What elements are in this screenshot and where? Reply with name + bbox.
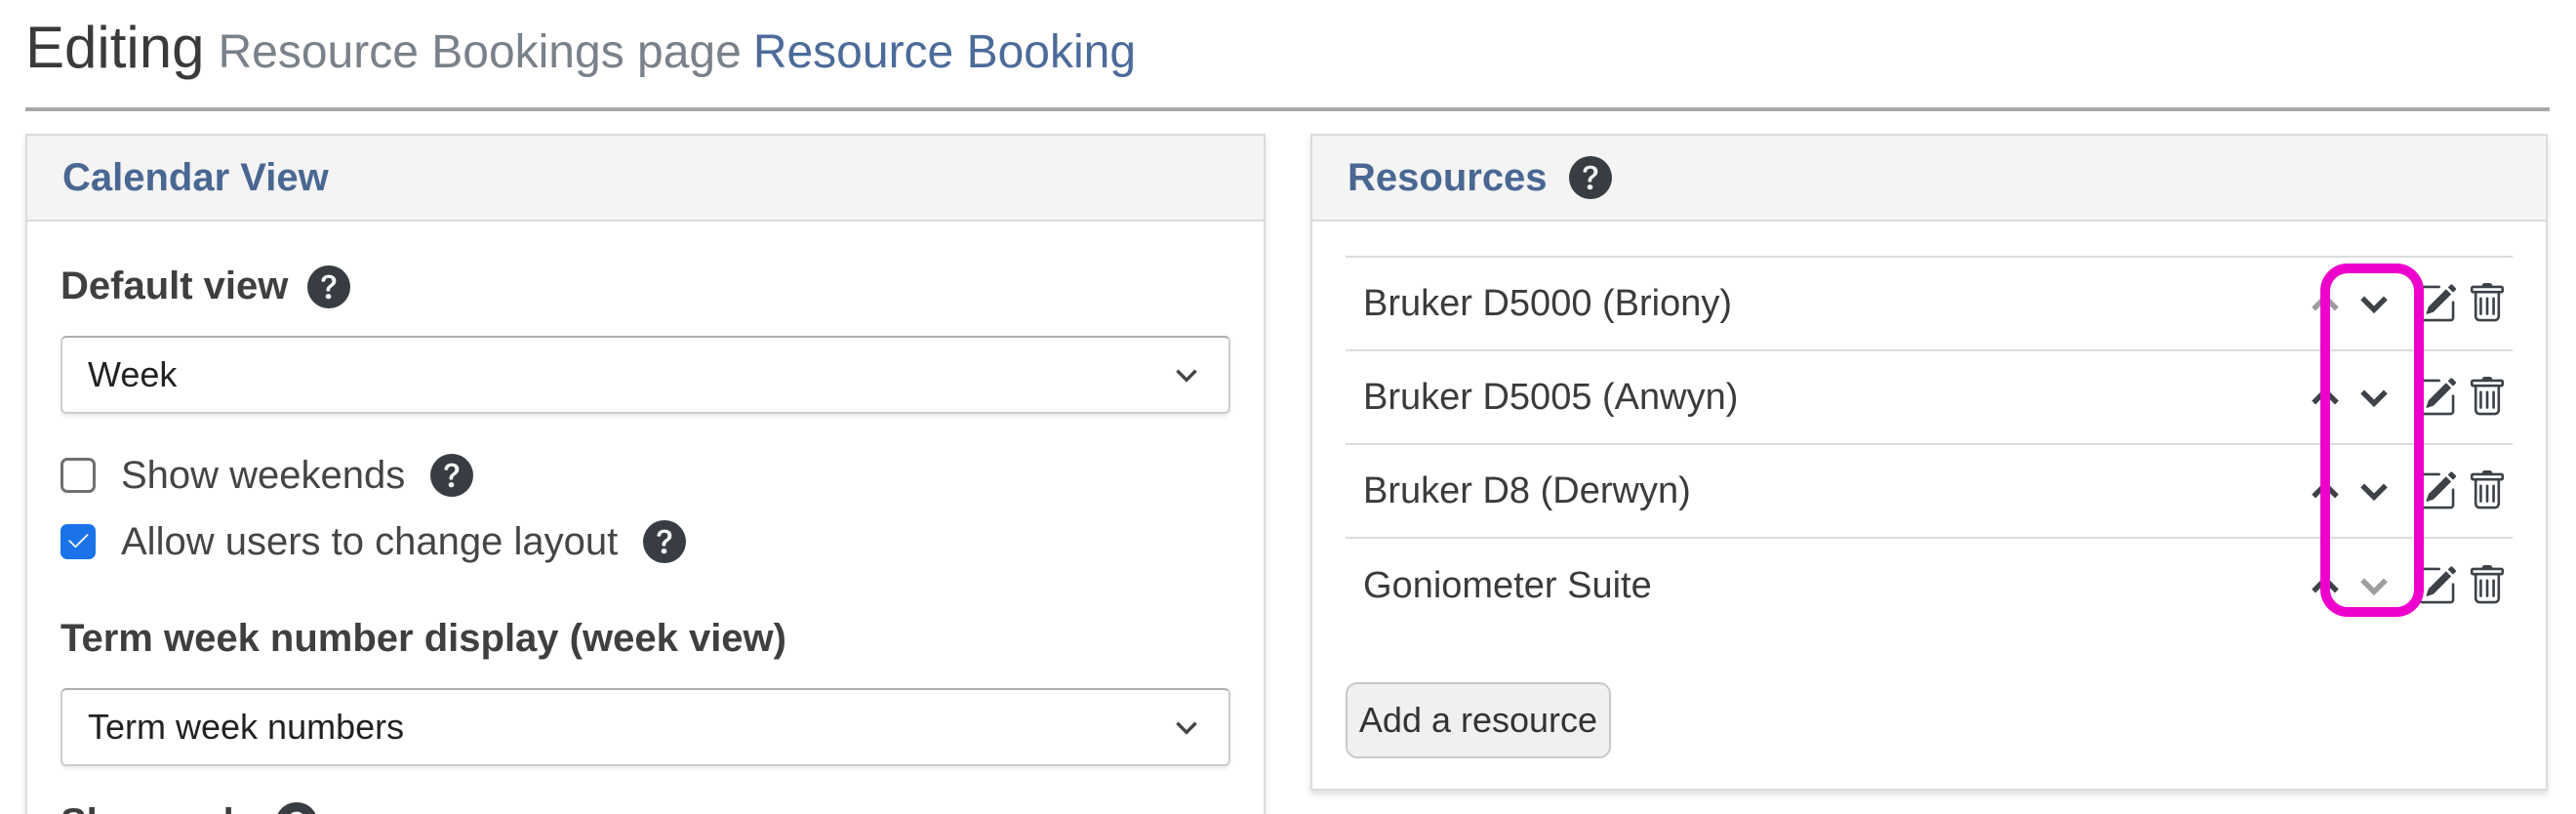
term-week-select[interactable]: Term week numbers [60,688,1230,766]
default-view-label-row: Default view [60,265,1230,308]
editing-heading: Editing [25,15,204,80]
move-up-button[interactable] [2304,469,2347,512]
default-view-selected-value: Week [88,354,177,395]
help-icon[interactable] [643,520,686,563]
allow-layout-change-label: Allow users to change layout [121,520,618,564]
resource-row: Bruker D5000 (Briony) [1346,258,2513,351]
edit-resource-button[interactable] [2415,282,2458,325]
delete-resource-button[interactable] [2466,376,2509,419]
pencil-square-icon [2416,377,2457,418]
resources-panel-body: Bruker D5000 (Briony) Bruker D5005 (Anwy… [1312,256,2546,758]
resource-name: Goniometer Suite [1346,565,1652,607]
page-subtitle: Resource Bookings page [218,26,741,78]
default-view-select[interactable]: Week [60,336,1230,414]
delete-resource-button[interactable] [2466,282,2509,325]
pencil-square-icon [2416,565,2457,606]
move-down-button[interactable] [2353,282,2395,325]
add-resource-button[interactable]: Add a resource [1346,682,1611,758]
pencil-square-icon [2416,470,2457,511]
help-icon[interactable] [1569,156,1612,199]
header-divider [25,107,2550,111]
resource-actions [2304,282,2513,325]
move-up-button[interactable] [2304,282,2347,325]
resource-name: Bruker D5000 (Briony) [1346,283,1732,325]
help-icon[interactable] [430,454,473,497]
check-icon [64,528,92,555]
term-week-label-row: Term week number display (week view) [60,617,1230,661]
chevron-down-icon [1170,358,1203,391]
resource-row: Goniometer Suite [1346,539,2513,632]
delete-resource-button[interactable] [2466,469,2509,512]
resource-list: Bruker D5000 (Briony) Bruker D5005 (Anwy… [1346,256,2513,632]
chevron-up-icon [2307,379,2344,416]
resources-panel-header: Resources [1312,136,2546,222]
resource-name: Bruker D5005 (Anwyn) [1346,377,1738,419]
chevron-down-icon [2355,285,2393,322]
move-down-button[interactable] [2353,564,2395,607]
resources-title: Resources [1348,156,1548,200]
chevron-down-icon [1170,711,1203,744]
calendar-view-panel: Calendar View Default view Week Show wee… [25,134,1266,814]
edit-resource-button[interactable] [2415,469,2458,512]
resource-bookings-settings-screen: Editing Resource Bookings pageResource Bo… [0,0,2576,814]
edit-resource-button[interactable] [2415,376,2458,419]
chevron-down-icon [2355,567,2393,604]
resource-name: Bruker D8 (Derwyn) [1346,470,1691,512]
term-week-selected-value: Term week numbers [88,707,404,748]
default-view-label: Default view [60,265,288,308]
trash-icon [2467,470,2508,511]
resource-row: Bruker D5005 (Anwyn) [1346,351,2513,445]
help-icon[interactable] [275,802,318,814]
calendar-view-title: Calendar View [62,156,329,200]
calendar-view-panel-body: Default view Week Show weekends [27,222,1264,814]
chevron-up-icon [2307,285,2344,322]
chevron-up-icon [2307,567,2344,604]
move-up-button[interactable] [2304,376,2347,419]
page-title: Editing Resource Bookings pageResource Bo… [25,14,1136,81]
allow-layout-change-checkbox[interactable] [60,524,96,559]
delete-resource-button[interactable] [2466,564,2509,607]
pencil-square-icon [2416,283,2457,324]
edit-resource-button[interactable] [2415,564,2458,607]
chevron-down-icon [2355,379,2393,416]
show-only-label: Show only [60,801,256,814]
resources-panel: Resources Bruker D5000 (Briony) Bruker D… [1310,134,2548,791]
resource-booking-link[interactable]: Resource Booking [753,26,1136,78]
show-weekends-row: Show weekends [60,451,1230,500]
resource-row: Bruker D8 (Derwyn) [1346,445,2513,539]
term-week-label: Term week number display (week view) [60,617,786,661]
resource-actions [2304,376,2513,419]
show-weekends-label: Show weekends [121,454,405,498]
calendar-view-panel-header: Calendar View [27,136,1264,222]
trash-icon [2467,565,2508,606]
trash-icon [2467,283,2508,324]
show-weekends-checkbox[interactable] [60,458,96,493]
move-down-button[interactable] [2353,469,2395,512]
help-icon[interactable] [307,265,350,308]
show-only-label-row: Show only [60,801,1230,814]
move-down-button[interactable] [2353,376,2395,419]
allow-layout-change-row: Allow users to change layout [60,517,1230,566]
resource-actions [2304,469,2513,512]
move-up-button[interactable] [2304,564,2347,607]
trash-icon [2467,377,2508,418]
resource-actions [2304,564,2513,607]
chevron-down-icon [2355,472,2393,509]
chevron-up-icon [2307,472,2344,509]
